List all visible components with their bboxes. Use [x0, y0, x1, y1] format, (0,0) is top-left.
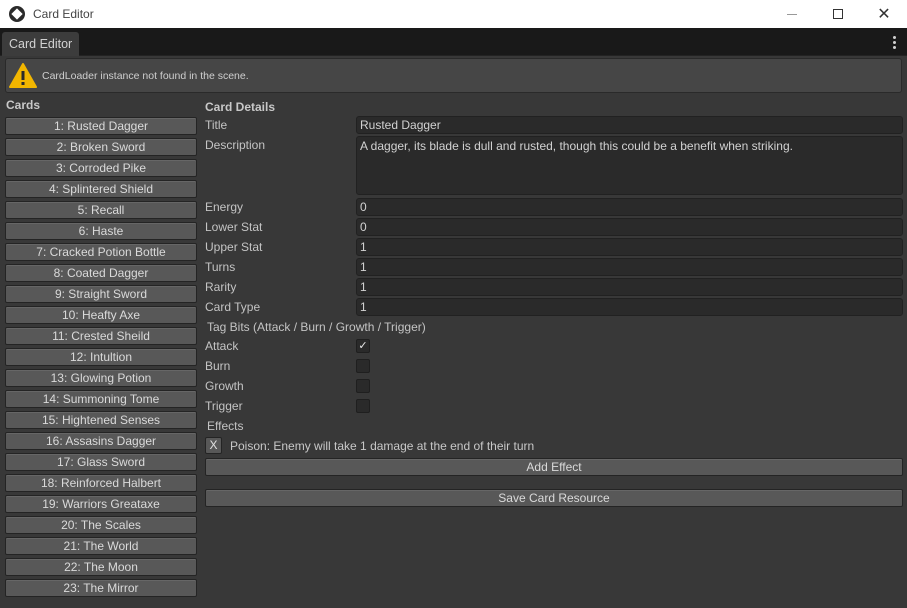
minimize-button[interactable] — [769, 0, 815, 28]
trigger-label: Trigger — [205, 399, 243, 413]
rarity-label: Rarity — [205, 280, 237, 294]
close-icon: ✕ — [877, 6, 891, 23]
card-list-item[interactable]: 4: Splintered Shield — [5, 180, 197, 198]
card-list-item[interactable]: 20: The Scales — [5, 516, 197, 534]
attack-label: Attack — [205, 339, 239, 353]
card-list-item[interactable]: 7: Cracked Potion Bottle — [5, 243, 197, 261]
card-list-item[interactable]: 15: Hightened Senses — [5, 411, 197, 429]
growth-checkbox[interactable] — [356, 379, 370, 393]
card-list-item[interactable]: 11: Crested Sheild — [5, 327, 197, 345]
lower-stat-label: Lower Stat — [205, 220, 263, 234]
energy-field[interactable]: 0 — [356, 198, 903, 216]
turns-label: Turns — [205, 260, 236, 274]
effect-row: X Poison: Enemy will take 1 damage at th… — [205, 437, 534, 454]
card-details-heading: Card Details — [205, 100, 276, 114]
title-label: Title — [205, 118, 228, 132]
burn-checkbox[interactable] — [356, 359, 370, 373]
card-list-item[interactable]: 3: Corroded Pike — [5, 159, 197, 177]
tab-card-editor[interactable]: Card Editor — [2, 32, 80, 56]
cards-heading: Cards — [6, 98, 41, 112]
card-list-item[interactable]: 10: Heafty Axe — [5, 306, 197, 324]
turns-field[interactable]: 1 — [356, 258, 903, 276]
card-list-item[interactable]: 16: Assasins Dagger — [5, 432, 197, 450]
window-titlebar: Card Editor ✕ — [0, 0, 907, 28]
card-list-item[interactable]: 18: Reinforced Halbert — [5, 474, 197, 492]
card-list-item[interactable]: 21: The World — [5, 537, 197, 555]
card-list-item[interactable]: 14: Summoning Tome — [5, 390, 197, 408]
maximize-icon — [833, 9, 843, 19]
close-button[interactable]: ✕ — [861, 0, 907, 28]
card-list-item[interactable]: 22: The Moon — [5, 558, 197, 576]
unity-logo-icon — [9, 6, 25, 22]
minimize-icon — [787, 13, 797, 15]
trigger-checkbox[interactable] — [356, 399, 370, 413]
card-list-item[interactable]: 2: Broken Sword — [5, 138, 197, 156]
card-list-item[interactable]: 1: Rusted Dagger — [5, 117, 197, 135]
upper-stat-label: Upper Stat — [205, 240, 263, 254]
lower-stat-field[interactable]: 0 — [356, 218, 903, 236]
card-list-item[interactable]: 17: Glass Sword — [5, 453, 197, 471]
card-list-item[interactable]: 13: Glowing Potion — [5, 369, 197, 387]
burn-label: Burn — [205, 359, 231, 373]
save-card-resource-button[interactable]: Save Card Resource — [205, 489, 903, 507]
rarity-field[interactable]: 1 — [356, 278, 903, 296]
upper-stat-field[interactable]: 1 — [356, 238, 903, 256]
warning-message: CardLoader instance not found in the sce… — [42, 69, 249, 82]
card-list-item[interactable]: 23: The Mirror — [5, 579, 197, 597]
tab-strip: Card Editor — [0, 28, 907, 56]
card-list-item[interactable]: 8: Coated Dagger — [5, 264, 197, 282]
description-field[interactable]: A dagger, its blade is dull and rusted, … — [356, 136, 903, 195]
card-type-label: Card Type — [205, 300, 261, 314]
card-list-item[interactable]: 19: Warriors Greataxe — [5, 495, 197, 513]
card-list-item[interactable]: 5: Recall — [5, 201, 197, 219]
card-list: 1: Rusted Dagger 2: Broken Sword 3: Corrod… — [5, 117, 197, 600]
card-type-field[interactable]: 1 — [356, 298, 903, 316]
card-list-item[interactable]: 12: Intultion — [5, 348, 197, 366]
add-effect-button[interactable]: Add Effect — [205, 458, 903, 476]
window-title: Card Editor — [33, 7, 94, 21]
growth-label: Growth — [205, 379, 244, 393]
card-list-item[interactable]: 9: Straight Sword — [5, 285, 197, 303]
card-list-item[interactable]: 6: Haste — [5, 222, 197, 240]
remove-effect-button[interactable]: X — [205, 437, 222, 454]
attack-checkbox[interactable]: ✓ — [356, 339, 370, 353]
more-options-icon[interactable] — [893, 36, 896, 51]
title-field[interactable]: Rusted Dagger — [356, 116, 903, 134]
tag-bits-heading: Tag Bits (Attack / Burn / Growth / Trigg… — [207, 320, 426, 334]
window-controls: ✕ — [769, 0, 907, 28]
effects-heading: Effects — [207, 419, 244, 433]
warning-icon — [9, 62, 37, 90]
description-label: Description — [205, 138, 266, 152]
energy-label: Energy — [205, 200, 244, 214]
maximize-button[interactable] — [815, 0, 861, 28]
effect-text: Poison: Enemy will take 1 damage at the … — [230, 438, 535, 453]
warning-helpbox: CardLoader instance not found in the sce… — [5, 58, 902, 93]
